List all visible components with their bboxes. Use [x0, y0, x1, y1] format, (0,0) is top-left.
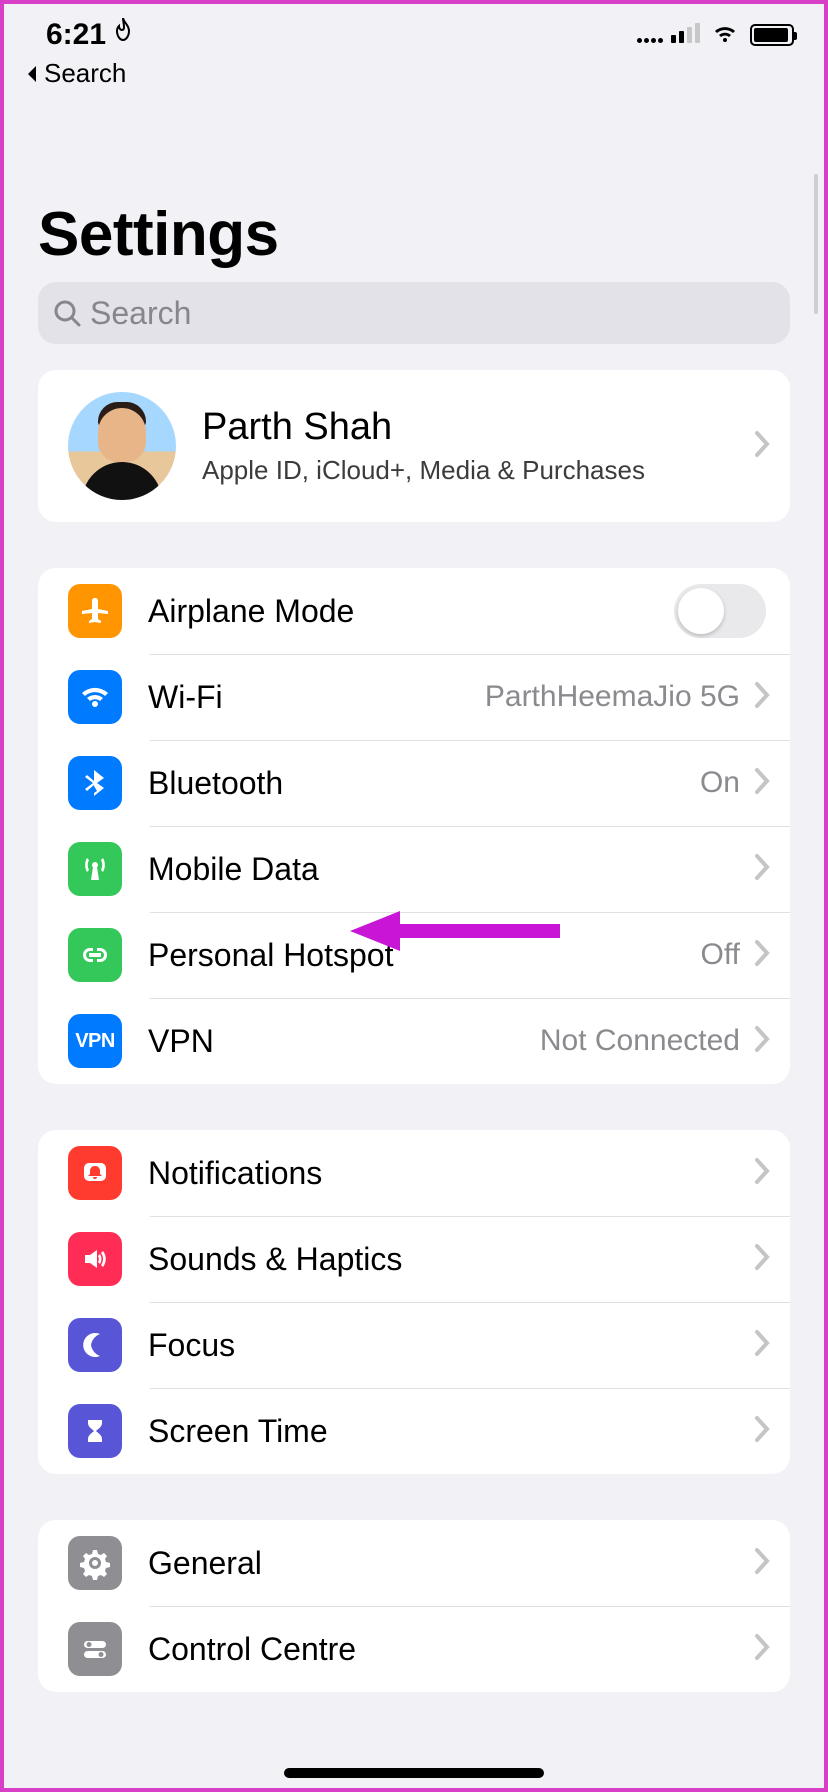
search-placeholder: Search [90, 295, 191, 332]
gear-icon [68, 1536, 122, 1590]
row-label: VPN [148, 1023, 540, 1060]
chevron-right-icon [754, 1157, 770, 1190]
mobile-data-row[interactable]: Mobile Data [38, 826, 790, 912]
row-value: Not Connected [540, 1024, 740, 1058]
notifications-group: Notifications Sounds & Haptics Focus Scr… [38, 1130, 790, 1474]
notifications-row[interactable]: Notifications [38, 1130, 790, 1216]
scroll-indicator [814, 174, 818, 314]
speaker-icon [68, 1232, 122, 1286]
bluetooth-icon [68, 756, 122, 810]
page-title: Settings [4, 89, 824, 282]
profile-name: Parth Shah [202, 406, 728, 449]
general-group: General Control Centre [38, 1520, 790, 1692]
row-label: Mobile Data [148, 851, 754, 888]
chevron-right-icon [754, 1547, 770, 1580]
search-input[interactable]: Search [38, 282, 790, 344]
home-indicator[interactable] [284, 1768, 544, 1778]
hourglass-icon [68, 1404, 122, 1458]
control-centre-row[interactable]: Control Centre [38, 1606, 790, 1692]
flame-icon [112, 18, 134, 52]
bluetooth-row[interactable]: Bluetooth On [38, 740, 790, 826]
screen-time-row[interactable]: Screen Time [38, 1388, 790, 1474]
general-row[interactable]: General [38, 1520, 790, 1606]
profile-group: Parth Shah Apple ID, iCloud+, Media & Pu… [38, 370, 790, 522]
airplane-mode-row[interactable]: Airplane Mode [38, 568, 790, 654]
row-label: Wi-Fi [148, 679, 485, 716]
chevron-right-icon [754, 1329, 770, 1362]
row-label: Screen Time [148, 1413, 754, 1450]
apple-id-row[interactable]: Parth Shah Apple ID, iCloud+, Media & Pu… [38, 370, 790, 522]
chevron-right-icon [754, 1243, 770, 1276]
search-icon [52, 298, 82, 328]
status-time: 6:21 [46, 18, 106, 52]
row-value: Off [701, 938, 740, 972]
chevron-right-icon [754, 767, 770, 800]
personal-hotspot-row[interactable]: Personal Hotspot Off [38, 912, 790, 998]
moon-icon [68, 1318, 122, 1372]
row-label: Personal Hotspot [148, 937, 701, 974]
row-label: Sounds & Haptics [148, 1241, 754, 1278]
toggles-icon [68, 1622, 122, 1676]
battery-icon [750, 24, 794, 46]
link-icon [68, 928, 122, 982]
back-label: Search [44, 58, 126, 89]
chevron-right-icon [754, 430, 770, 463]
row-label: Control Centre [148, 1631, 754, 1668]
antenna-icon [68, 842, 122, 896]
row-value: On [700, 766, 740, 800]
profile-subtitle: Apple ID, iCloud+, Media & Purchases [202, 455, 728, 486]
vpn-row[interactable]: VPN VPN Not Connected [38, 998, 790, 1084]
bell-icon [68, 1146, 122, 1200]
back-to-search[interactable]: Search [4, 52, 824, 89]
airplane-icon [68, 584, 122, 638]
wifi-row[interactable]: Wi-Fi ParthHeemaJio 5G [38, 654, 790, 740]
row-label: Focus [148, 1327, 754, 1364]
row-label: Notifications [148, 1155, 754, 1192]
status-bar: 6:21 [4, 4, 824, 52]
chevron-right-icon [754, 1025, 770, 1058]
focus-row[interactable]: Focus [38, 1302, 790, 1388]
row-label: General [148, 1545, 754, 1582]
chevron-right-icon [754, 681, 770, 714]
row-value: ParthHeemaJio 5G [485, 680, 740, 714]
sounds-row[interactable]: Sounds & Haptics [38, 1216, 790, 1302]
vpn-icon: VPN [68, 1014, 122, 1068]
wifi-icon [68, 670, 122, 724]
chevron-right-icon [754, 1415, 770, 1448]
chevron-right-icon [754, 939, 770, 972]
row-label: Airplane Mode [148, 593, 674, 630]
cell-signal-icon [637, 23, 700, 48]
row-label: Bluetooth [148, 765, 700, 802]
chevron-right-icon [754, 1633, 770, 1666]
wifi-status-icon [710, 22, 740, 49]
avatar [68, 392, 176, 500]
airplane-toggle[interactable] [674, 584, 766, 638]
connectivity-group: Airplane Mode Wi-Fi ParthHeemaJio 5G Blu… [38, 568, 790, 1084]
chevron-right-icon [754, 853, 770, 886]
